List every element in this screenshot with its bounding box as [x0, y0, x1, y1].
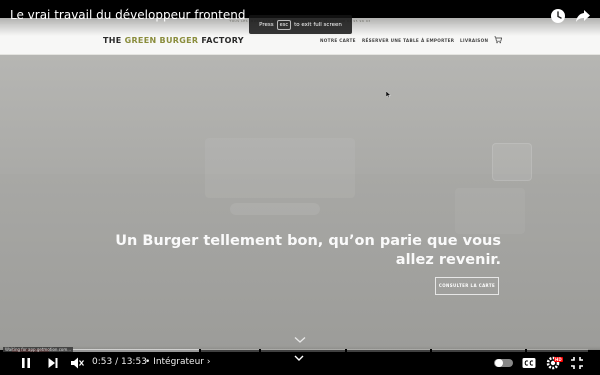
fullscreen-exit-toast: Press esc to exit full screen	[249, 15, 352, 34]
mouse-cursor-icon	[386, 91, 391, 98]
muted-volume-icon[interactable]	[69, 355, 85, 371]
hero-image-blur	[205, 138, 355, 198]
nav-link-livraison[interactable]: LIVRAISON	[460, 38, 488, 43]
site-logo[interactable]: THE GREEN BURGER FACTORY	[103, 36, 244, 45]
time-separator: /	[112, 357, 121, 367]
video-player[interactable]: TOUS LES JOURS 11H–23H · RÉSERVATIONS PA…	[0, 0, 600, 375]
chapter-divider	[199, 349, 201, 352]
chapter-divider	[259, 349, 261, 352]
cart-icon[interactable]	[494, 36, 502, 44]
chapter-divider	[345, 349, 347, 352]
hero-image-blur	[230, 203, 320, 215]
current-time: 0:53	[92, 357, 113, 367]
subtitles-icon[interactable]	[521, 355, 537, 371]
logo-text: THE	[103, 36, 125, 45]
watch-later-icon[interactable]	[550, 8, 566, 24]
nav-link-reserver[interactable]: RÉSERVER UNE TABLE	[362, 38, 419, 43]
nav-link-emporter[interactable]: À EMPORTER	[421, 38, 454, 43]
exit-fullscreen-icon[interactable]	[569, 355, 585, 371]
chapter-divider	[430, 349, 432, 352]
toast-text: to exit full screen	[294, 21, 342, 28]
hero-title: Un Burger tellement bon, qu’on parie que…	[115, 233, 501, 268]
video-title[interactable]: Le vrai travail du développeur frontend	[10, 8, 245, 22]
logo-text: FACTORY	[198, 36, 244, 45]
hero-image-blur	[455, 188, 525, 234]
toast-text: Press	[259, 21, 274, 28]
share-icon[interactable]	[575, 8, 591, 24]
pause-icon[interactable]	[18, 355, 34, 371]
hd-badge: HD	[554, 357, 563, 362]
autoplay-toggle-knob	[495, 359, 503, 367]
scroll-down-chevron-icon[interactable]	[294, 336, 306, 344]
logo-highlight: GREEN BURGER	[124, 36, 199, 45]
browser-status-text: Waiting for app.getmotion.com...	[3, 347, 74, 352]
duration: 13:53	[120, 357, 147, 367]
chapter-divider	[525, 349, 527, 352]
esc-key: esc	[276, 19, 292, 30]
hero-image-blur	[492, 143, 532, 181]
chapter-title-button[interactable]: • Intégrateur ›	[145, 357, 210, 367]
chevron-down-icon[interactable]	[292, 353, 306, 363]
nav-link-carte[interactable]: NOTRE CARTE	[320, 38, 356, 43]
next-video-icon[interactable]	[45, 355, 61, 371]
time-display: 0:53 / 13:53	[92, 357, 147, 367]
website-viewport: TOUS LES JOURS 11H–23H · RÉSERVATIONS PA…	[0, 18, 600, 350]
hero-cta-button[interactable]: CONSULTER LA CARTE	[435, 277, 499, 295]
